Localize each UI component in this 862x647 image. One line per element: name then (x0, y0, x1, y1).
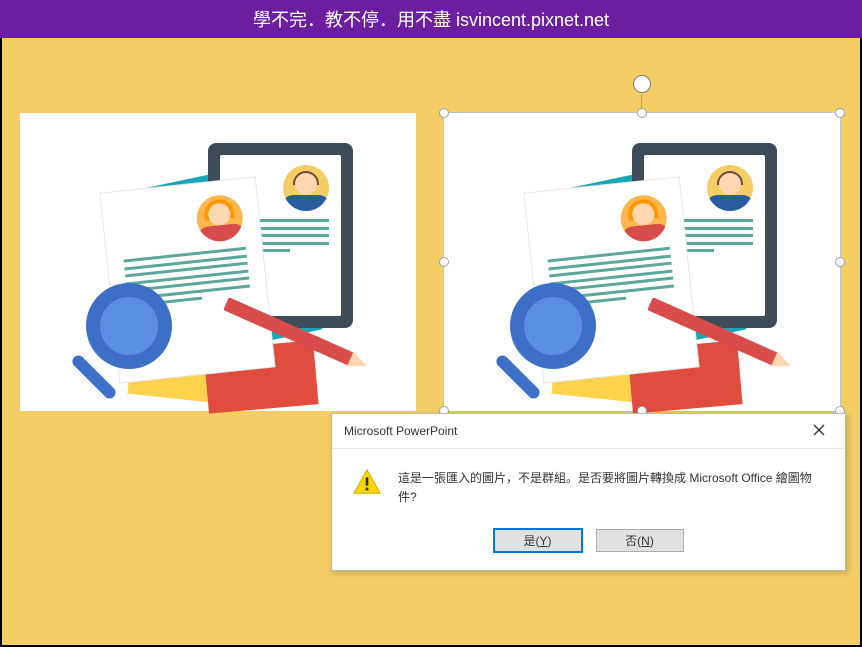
resize-handle-tm[interactable] (637, 108, 647, 118)
page-header: 學不完．教不停．用不盡 isvincent.pixnet.net (0, 0, 862, 38)
yes-button[interactable]: 是(Y) (494, 529, 582, 552)
convert-image-dialog: Microsoft PowerPoint 這是一張匯入的圖片，不是群組。是否要將… (331, 413, 846, 571)
resize-handle-tl[interactable] (439, 108, 449, 118)
dialog-body: 這是一張匯入的圖片，不是群組。是否要將圖片轉換成 Microsoft Offic… (332, 449, 845, 517)
rotate-handle-icon[interactable] (633, 75, 651, 93)
close-button[interactable] (803, 422, 835, 440)
image-right-selected[interactable] (444, 113, 840, 411)
close-icon (813, 423, 825, 439)
dialog-button-row: 是(Y) 否(N) (332, 517, 845, 570)
warning-icon (352, 467, 382, 497)
resume-illustration (444, 113, 840, 411)
dialog-title: Microsoft PowerPoint (344, 424, 457, 438)
resize-handle-mr[interactable] (835, 257, 845, 267)
dialog-titlebar[interactable]: Microsoft PowerPoint (332, 414, 845, 449)
resume-illustration (20, 113, 416, 411)
resize-handle-tr[interactable] (835, 108, 845, 118)
header-title: 學不完．教不停．用不盡 isvincent.pixnet.net (253, 10, 609, 30)
image-left[interactable] (20, 113, 416, 411)
resize-handle-ml[interactable] (439, 257, 449, 267)
no-button[interactable]: 否(N) (596, 529, 684, 552)
dialog-message: 這是一張匯入的圖片，不是群組。是否要將圖片轉換成 Microsoft Offic… (398, 467, 825, 507)
